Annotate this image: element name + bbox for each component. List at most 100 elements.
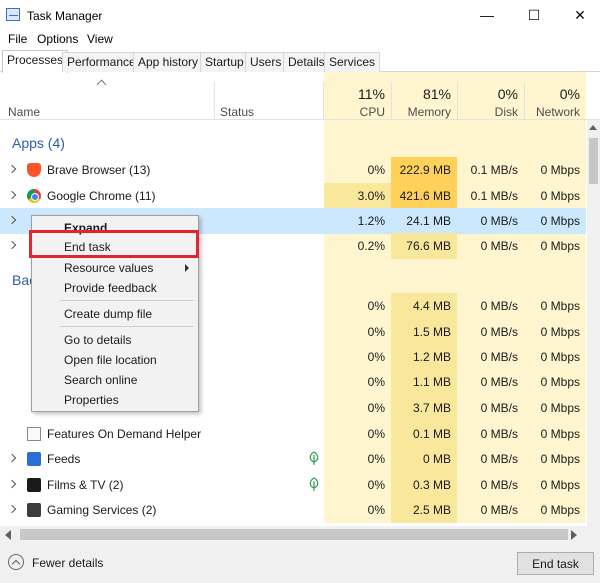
header-network[interactable]: 0% Network: [524, 72, 586, 120]
feeds-icon: [27, 452, 41, 466]
suspended-leaf-icon: [309, 451, 319, 465]
google-chrome-icon: [27, 189, 41, 203]
disk-cell: 0 MB/s: [480, 299, 518, 313]
task-manager-icon: [6, 8, 20, 21]
scroll-left-arrow-icon[interactable]: [5, 530, 11, 540]
menu-item-go-to-details[interactable]: Go to details: [64, 333, 131, 347]
tab-performance[interactable]: Performance: [62, 52, 141, 72]
network-label: Network: [535, 105, 580, 119]
memory-cell: 24.1 MB: [406, 214, 451, 228]
vertical-scrollbar[interactable]: [587, 120, 600, 526]
memory-cell: 0 MB: [391, 446, 457, 472]
expand-chevron-icon[interactable]: [7, 504, 17, 514]
process-row[interactable]: Films & TV (2) 0% 0.3 MB 0 MB/s 0 Mbps: [0, 472, 586, 498]
cpu-cell: 0%: [367, 452, 385, 466]
tab-app-history[interactable]: App history: [133, 52, 204, 72]
memory-cell: 421.6 MB: [391, 183, 457, 209]
expand-chevron-icon[interactable]: [7, 164, 17, 174]
sort-arrow-icon[interactable]: [96, 79, 107, 90]
process-row[interactable]: Google Chrome (11) 3.0% 421.6 MB 0.1 MB/…: [0, 183, 586, 209]
cpu-percent: 11%: [358, 86, 385, 102]
menu-view[interactable]: View: [87, 32, 113, 46]
network-cell: 0 Mbps: [540, 299, 580, 313]
process-name: Google Chrome (11): [47, 189, 156, 203]
disk-cell: 0 MB/s: [480, 427, 518, 441]
menu-options[interactable]: Options: [37, 32, 78, 46]
memory-cell: 1.2 MB: [391, 344, 457, 370]
header-disk[interactable]: 0% Disk: [457, 72, 524, 120]
cpu-cell: 0%: [367, 427, 385, 441]
cpu-cell: 1.2%: [357, 214, 385, 228]
network-cell: 0 Mbps: [540, 163, 580, 177]
cpu-cell: 0%: [367, 163, 385, 177]
tab-details[interactable]: Details: [283, 52, 330, 72]
gaming-services-icon: [27, 503, 41, 517]
process-row[interactable]: Gaming Services (2) 0% 2.5 MB 0 MB/s 0 M…: [0, 497, 586, 523]
memory-cell: 76.6 MB: [391, 233, 457, 259]
vertical-scroll-thumb[interactable]: [589, 138, 598, 184]
menu-item-open-file-location[interactable]: Open file location: [64, 353, 157, 367]
tab-processes[interactable]: Processes: [2, 50, 69, 73]
cpu-cell: 0%: [367, 350, 385, 364]
disk-cell: 0 MB/s: [480, 375, 518, 389]
scroll-up-arrow-icon[interactable]: [589, 125, 597, 130]
menu-item-provide-feedback[interactable]: Provide feedback: [64, 281, 157, 295]
process-row[interactable]: Feeds 0% 0 MB 0 MB/s 0 Mbps: [0, 446, 586, 472]
menu-separator: [60, 326, 194, 327]
network-cell: 0 Mbps: [540, 325, 580, 339]
minimize-button[interactable]: —: [465, 4, 509, 26]
disk-cell: 0 MB/s: [480, 239, 518, 253]
menu-item-resource-values[interactable]: Resource values: [64, 261, 153, 275]
footer-bar: Fewer details End task: [0, 543, 600, 583]
expand-chevron-icon[interactable]: [7, 240, 17, 250]
disk-percent: 0%: [497, 86, 518, 102]
header-cpu[interactable]: 11% CPU: [324, 72, 391, 120]
process-name: Gaming Services (2): [47, 503, 157, 517]
network-cell: 0 Mbps: [540, 214, 580, 228]
generic-process-icon: [27, 427, 41, 441]
disk-cell: 0.1 MB/s: [470, 163, 518, 177]
network-cell: 0 Mbps: [540, 478, 580, 492]
menu-item-search-online[interactable]: Search online: [64, 373, 137, 387]
column-separator: [214, 82, 215, 120]
disk-cell: 0 MB/s: [480, 401, 518, 415]
memory-cell: 1.5 MB: [391, 319, 457, 345]
horizontal-scroll-thumb[interactable]: [20, 529, 568, 540]
memory-cell: 0.3 MB: [391, 472, 457, 498]
tab-users[interactable]: Users: [245, 52, 287, 72]
header-memory[interactable]: 81% Memory: [391, 72, 457, 120]
disk-cell: 0 MB/s: [480, 503, 518, 517]
collapse-chevron-icon[interactable]: [8, 554, 24, 570]
scroll-right-arrow-icon[interactable]: [571, 530, 577, 540]
header-name[interactable]: Name: [8, 105, 40, 119]
close-button[interactable]: ✕: [558, 4, 600, 26]
cpu-label: CPU: [359, 105, 385, 119]
process-row[interactable]: Features On Demand Helper 0% 0.1 MB 0 MB…: [0, 421, 586, 447]
header-status[interactable]: Status: [220, 105, 254, 119]
suspended-leaf-icon: [309, 477, 319, 491]
fewer-details-link[interactable]: Fewer details: [32, 556, 103, 570]
memory-label: Memory: [407, 105, 451, 119]
network-cell: 0 Mbps: [540, 503, 580, 517]
menu-file[interactable]: File: [8, 32, 27, 46]
menu-item-properties[interactable]: Properties: [64, 393, 119, 407]
expand-chevron-icon[interactable]: [7, 453, 17, 463]
memory-percent: 81%: [422, 86, 451, 102]
maximize-button[interactable]: ☐: [512, 4, 556, 26]
end-task-button[interactable]: End task: [517, 552, 594, 575]
disk-cell: 0.1 MB/s: [470, 189, 518, 203]
horizontal-scrollbar[interactable]: [0, 526, 600, 543]
expand-chevron-icon[interactable]: [7, 190, 17, 200]
memory-cell: 222.9 MB: [391, 157, 457, 183]
disk-cell: 0 MB/s: [480, 325, 518, 339]
expand-chevron-icon[interactable]: [7, 479, 17, 489]
cpu-cell: 0%: [367, 478, 385, 492]
menu-item-create-dump-file[interactable]: Create dump file: [64, 307, 152, 321]
menu-separator: [60, 300, 194, 301]
process-row[interactable]: Brave Browser (13) 0% 222.9 MB 0.1 MB/s …: [0, 157, 586, 183]
tab-startup[interactable]: Startup: [200, 52, 249, 72]
tab-services[interactable]: Services: [324, 52, 381, 72]
network-cell: 0 Mbps: [540, 401, 580, 415]
group-apps: Apps (4): [12, 135, 65, 151]
expand-chevron-icon[interactable]: [7, 215, 17, 225]
